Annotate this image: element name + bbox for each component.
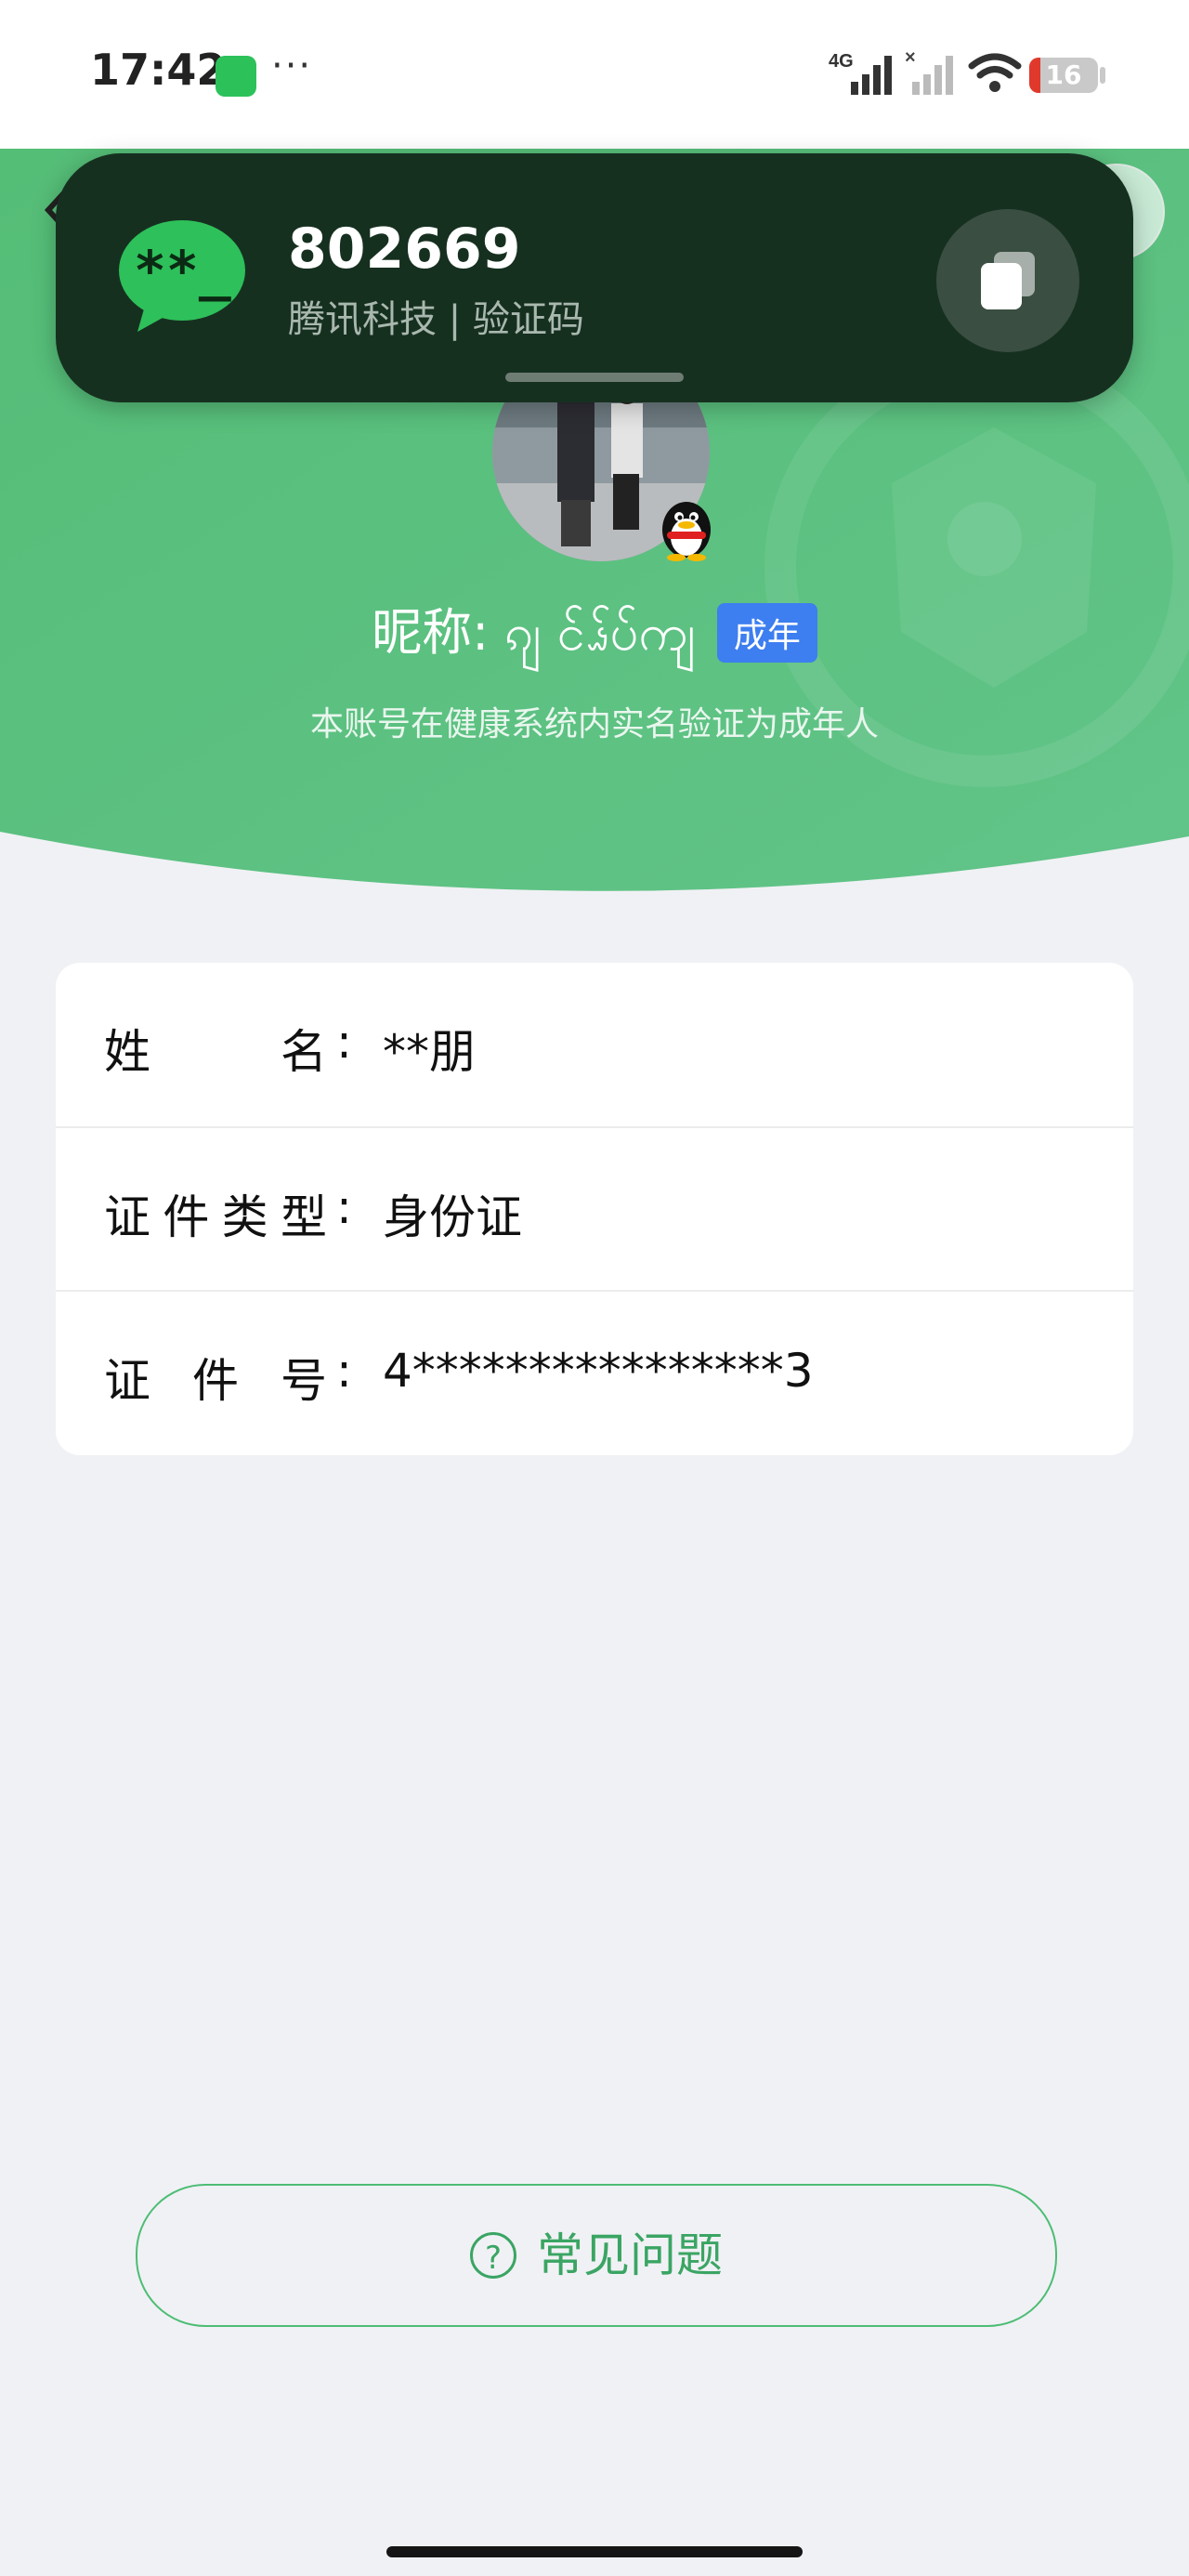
qq-penguin-icon [662,502,711,561]
battery-tip [1100,67,1105,84]
info-label: 证件类型 [104,1190,327,1244]
battery-icon: 16 [1029,58,1098,93]
status-time: 17:42 [90,45,227,95]
info-value: 4****************3 [383,1344,814,1398]
drag-handle[interactable] [505,373,684,382]
wifi-icon [968,53,1022,92]
identity-info-card: 姓名 : **朋 证件类型 : 身份证 证件号 : 4*************… [56,963,1133,1455]
faq-button-content: ? 常见问题 [137,2186,1055,2325]
question-circle-icon: ? [470,2231,516,2279]
info-value: 身份证 [383,1190,522,1244]
info-value: **朋 [383,1025,476,1079]
otp-subtitle: 腾讯科技 | 验证码 [288,298,584,341]
svg-text:**_: **_ [134,239,231,302]
info-label: 证件号 [104,1354,327,1408]
faq-label: 常见问题 [537,2228,723,2282]
battery-percent: 16 [1045,59,1082,90]
info-colon: : [336,1015,352,1069]
info-row-id-number: 证件号 : 4****************3 [56,1290,1133,1455]
more-dots-icon: ··· [271,45,313,87]
signal-no-service-icon: × [905,48,953,95]
age-badge: 成年 [716,603,817,663]
otp-notification[interactable]: **_ 802669 腾讯科技 | 验证码 [56,153,1133,402]
nickname-row: 昵称: ၵျ ၚ်ၗ်ပ်ကျ 成年 [0,591,1189,675]
verification-note: 本账号在健康系统内实名验证为成年人 [309,705,879,743]
faq-button[interactable]: ? 常见问题 [136,2184,1057,2327]
signal-4g-icon: 4G [829,51,892,95]
copy-button[interactable] [936,209,1079,352]
network-label: 4G [829,51,854,72]
info-row-id-type: 证件类型 : 身份证 [56,1126,1133,1292]
nickname: 昵称: ၵျ ၚ်ၗ်ပ်ကျ [372,603,696,662]
svg-text:×: × [905,48,916,68]
home-indicator[interactable] [386,2546,803,2557]
otp-message-icon: **_ [119,220,245,332]
info-label: 姓名 [104,1025,327,1079]
info-row-name: 姓名 : **朋 [56,963,1133,1126]
wechat-icon [216,56,256,97]
status-bar: 17:42 ··· 4G × 16 [0,0,1189,149]
copy-icon [981,252,1035,309]
otp-code: 802669 [288,217,521,282]
info-colon: : [336,1180,352,1234]
info-colon: : [336,1344,352,1398]
